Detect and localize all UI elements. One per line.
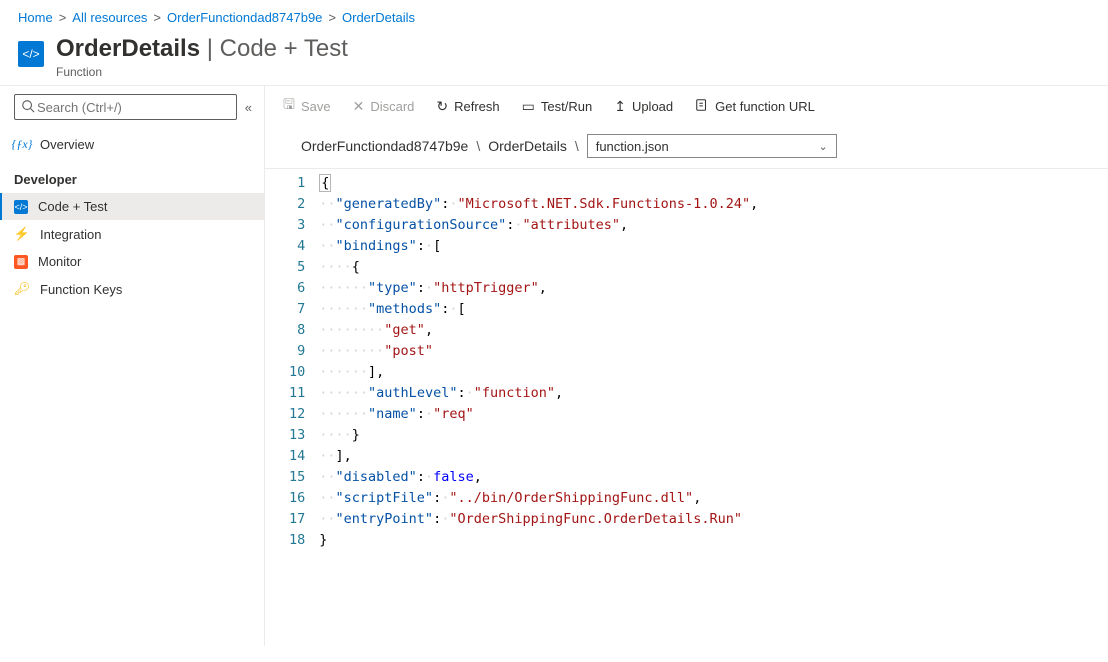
crumb-home[interactable]: Home [18,10,53,25]
sidebar-item-overview[interactable]: {ƒx} Overview [0,130,264,158]
upload-icon: ↥ [614,98,626,115]
sidebar-item-label: Overview [40,137,94,152]
test-run-icon: ▭ [522,98,535,115]
crumb-function-app[interactable]: OrderFunctiondad8747b9e [167,10,322,25]
sidebar-item-label: Integration [40,227,101,242]
collapse-sidebar-icon[interactable]: « [245,100,252,115]
monitor-icon: ▩ [14,255,28,269]
save-button[interactable]: 🖫︎ Save [283,94,331,118]
page-subtitle: Function [56,65,348,79]
page-title-row: </> OrderDetails | Code + Test Function [0,31,1108,85]
path-sep: \ [575,138,579,154]
refresh-icon: ↻ [436,98,448,115]
sidebar-item-integration[interactable]: ⚡ Integration [0,220,264,248]
test-run-button[interactable]: ▭ Test/Run [522,98,593,115]
sidebar-item-code-test[interactable]: </> Code + Test [0,193,264,220]
file-dropdown[interactable]: function.json ⌄ [587,134,837,158]
function-icon: </> [18,41,44,67]
page-title: OrderDetails | Code + Test [56,35,348,62]
sidebar-item-function-keys[interactable]: 🔑︎ Function Keys [0,275,264,303]
search-icon [21,99,35,116]
line-gutter: 123456789101112131415161718 [265,173,319,646]
path-seg-func: OrderDetails [488,138,567,154]
upload-button[interactable]: ↥ Upload [614,98,673,115]
file-path-bar: OrderFunctiondad8747b9e \ OrderDetails \… [265,126,1108,169]
path-seg-app: OrderFunctiondad8747b9e [301,138,468,154]
bolt-icon: ⚡ [14,226,30,242]
code-icon: </> [14,200,28,214]
file-dropdown-value: function.json [596,139,669,154]
toolbar: 🖫︎ Save ✕ Discard ↻ Refresh ▭ Test/Run ↥… [265,86,1108,126]
search-input[interactable] [35,99,230,116]
discard-icon: ✕ [353,98,365,115]
crumb-order-details[interactable]: OrderDetails [342,10,415,25]
sidebar-item-label: Code + Test [38,199,108,214]
sidebar-item-label: Function Keys [40,282,122,297]
sidebar-search[interactable] [14,94,237,120]
link-icon [695,98,709,115]
refresh-button[interactable]: ↻ Refresh [436,98,499,115]
crumb-all-resources[interactable]: All resources [72,10,147,25]
crumb-sep: > [59,10,67,25]
save-icon: 🖫︎ [283,94,295,118]
sidebar-item-monitor[interactable]: ▩ Monitor [0,248,264,275]
chevron-down-icon: ⌄ [819,140,828,153]
sidebar-section-developer: Developer [0,158,264,193]
fx-icon: {ƒx} [14,136,30,152]
discard-button[interactable]: ✕ Discard [353,98,415,115]
sidebar-item-label: Monitor [38,254,81,269]
get-function-url-button[interactable]: Get function URL [695,98,815,115]
crumb-sep: > [328,10,336,25]
breadcrumb: Home > All resources > OrderFunctiondad8… [0,0,1108,31]
crumb-sep: > [153,10,161,25]
code-body[interactable]: {··"generatedBy":·"Microsoft.NET.Sdk.Fun… [319,173,1108,646]
sidebar: « {ƒx} Overview Developer </> Code + Tes… [0,86,265,646]
key-icon: 🔑︎ [14,281,30,297]
code-editor[interactable]: 123456789101112131415161718 {··"generate… [265,169,1108,646]
path-sep: \ [476,138,480,154]
